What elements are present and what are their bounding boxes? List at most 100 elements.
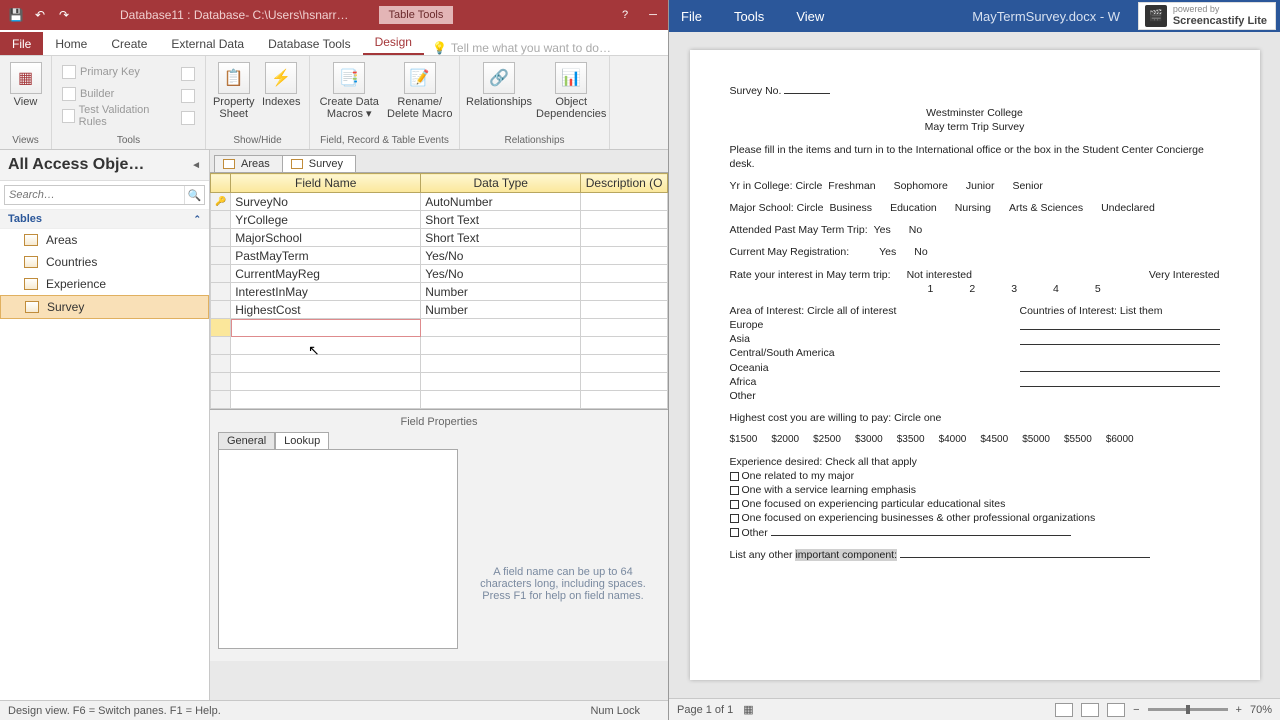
insert-rows-icon <box>181 67 195 81</box>
field-row[interactable]: 🔑SurveyNoAutoNumber <box>211 193 668 211</box>
nav-item-areas[interactable]: Areas <box>0 229 209 251</box>
zoom-slider[interactable] <box>1148 708 1228 711</box>
screencastify-watermark: 🎬 powered byScreencastify Lite <box>1138 2 1276 30</box>
create-data-macros-button[interactable]: 📑Create Data Macros ▾ <box>316 58 383 120</box>
print-layout-button[interactable] <box>1081 703 1099 717</box>
fp-tab-general[interactable]: General <box>218 432 275 449</box>
indexes-button[interactable]: ⚡Indexes <box>260 58 304 108</box>
table-icon <box>24 278 38 290</box>
field-row[interactable]: PastMayTermYes/No <box>211 247 668 265</box>
nav-section-tables[interactable]: Tables⌃ <box>0 209 209 229</box>
delete-rows-button[interactable] <box>177 86 199 106</box>
field-row[interactable]: MajorSchoolShort Text <box>211 229 668 247</box>
object-dependencies-button[interactable]: 📊Object Dependencies <box>536 58 606 120</box>
nav-item-countries[interactable]: Countries <box>0 251 209 273</box>
chevron-up-icon: ⌃ <box>193 214 201 225</box>
object-tabs: Areas Survey <box>210 150 668 172</box>
page-indicator[interactable]: Page 1 of 1 <box>677 704 733 716</box>
field-row[interactable]: YrCollegeShort Text <box>211 211 668 229</box>
rename-macro-icon: 📝 <box>404 62 436 94</box>
bulb-icon: 💡 <box>432 41 447 55</box>
builder-button[interactable]: Builder <box>58 84 173 104</box>
property-sheet-icon: 📋 <box>218 62 250 94</box>
property-sheet-button[interactable]: 📋Property Sheet <box>212 58 256 120</box>
field-grid[interactable]: Field Name Data Type Description (O 🔑Sur… <box>210 173 668 409</box>
object-tab-areas[interactable]: Areas <box>214 155 283 172</box>
tab-create[interactable]: Create <box>99 32 159 55</box>
word-menu-tools[interactable]: Tools <box>734 9 764 24</box>
field-row-empty[interactable] <box>211 391 668 409</box>
search-icon[interactable]: 🔍 <box>184 186 204 204</box>
word-menu-file[interactable]: File <box>681 9 702 24</box>
view-button[interactable]: ▦View <box>6 58 45 108</box>
tab-database-tools[interactable]: Database Tools <box>256 32 363 55</box>
help-icon[interactable]: ? <box>614 9 636 21</box>
minimize-icon[interactable]: ─ <box>642 9 664 21</box>
cost-options: $1500$2000$2500$3000$3500$4000$4500$5000… <box>730 433 1220 447</box>
field-row-empty[interactable] <box>211 355 668 373</box>
window-title: Database11 : Database- C:\Users\hsnarr… <box>120 8 349 22</box>
tab-home[interactable]: Home <box>43 32 99 55</box>
lookup-icon <box>181 111 195 125</box>
checkbox-icon <box>730 472 739 481</box>
design-area: Areas Survey Field Name Data Type Descri… <box>210 150 668 700</box>
modify-lookups-button[interactable] <box>177 108 199 128</box>
doc-intro: Please fill in the items and turn in to … <box>730 143 1220 171</box>
checkbox-icon <box>730 500 739 509</box>
tab-file[interactable]: File <box>0 32 43 55</box>
undo-icon[interactable]: ↶ <box>32 7 48 23</box>
nav-item-survey[interactable]: Survey <box>0 295 209 319</box>
tell-me[interactable]: 💡Tell me what you want to do… <box>432 41 611 55</box>
word-filename: MayTermSurvey.docx - W <box>972 9 1120 24</box>
object-tab-survey[interactable]: Survey <box>282 155 356 172</box>
checkbox-icon <box>730 528 739 537</box>
save-icon[interactable]: 💾 <box>8 7 24 23</box>
field-row[interactable]: HighestCostNumber <box>211 301 668 319</box>
table-icon <box>24 234 38 246</box>
relationships-icon: 🔗 <box>483 62 515 94</box>
nav-header[interactable]: All Access Obje… <box>8 156 144 174</box>
blank-line <box>784 84 830 94</box>
word-status-bar: Page 1 of 1 ▦ − + 70% <box>669 698 1280 720</box>
doc-heading1: Westminster College <box>730 106 1220 120</box>
builder-icon <box>62 87 76 101</box>
section-icon[interactable]: ▦ <box>743 703 753 716</box>
field-row[interactable]: CurrentMayRegYes/No <box>211 265 668 283</box>
insert-rows-button[interactable] <box>177 64 199 84</box>
navigation-pane: All Access Obje… ◄ 🔍 Tables⌃ Areas Countr… <box>0 150 210 700</box>
zoom-in-button[interactable]: + <box>1236 704 1242 716</box>
zoom-level[interactable]: 70% <box>1250 704 1272 716</box>
word-document-area[interactable]: Survey No. Westminster College May term … <box>669 32 1280 698</box>
primary-key-button[interactable]: Primary Key <box>58 62 173 82</box>
access-window: 💾 ↶ ↷ Database11 : Database- C:\Users\hs… <box>0 0 669 720</box>
field-row-empty[interactable] <box>211 337 668 355</box>
tab-design[interactable]: Design <box>363 30 424 55</box>
test-icon <box>62 109 75 123</box>
checkbox-icon <box>730 486 739 495</box>
fp-tab-lookup[interactable]: Lookup <box>275 432 329 449</box>
test-validation-button[interactable]: Test Validation Rules <box>58 106 173 126</box>
nav-collapse-icon[interactable]: ◄ <box>191 160 201 171</box>
relationships-button[interactable]: 🔗Relationships <box>466 58 532 108</box>
rename-delete-macro-button[interactable]: 📝Rename/ Delete Macro <box>387 58 454 120</box>
field-row[interactable]: InterestInMayNumber <box>211 283 668 301</box>
col-description[interactable]: Description (O <box>581 174 668 193</box>
page: Survey No. Westminster College May term … <box>690 50 1260 680</box>
web-layout-button[interactable] <box>1107 703 1125 717</box>
read-mode-button[interactable] <box>1055 703 1073 717</box>
table-icon <box>291 159 303 169</box>
table-icon <box>223 159 235 169</box>
search-input[interactable] <box>5 186 184 204</box>
field-properties-grid[interactable] <box>218 449 458 649</box>
field-properties-help: A field name can be up to 64 characters … <box>466 449 660 649</box>
col-data-type[interactable]: Data Type <box>421 174 581 193</box>
zoom-out-button[interactable]: − <box>1133 704 1139 716</box>
nav-item-experience[interactable]: Experience <box>0 273 209 295</box>
col-field-name[interactable]: Field Name <box>231 174 421 193</box>
word-menu-view[interactable]: View <box>796 9 824 24</box>
redo-icon[interactable]: ↷ <box>56 7 72 23</box>
field-row-new[interactable] <box>211 319 668 337</box>
tab-external-data[interactable]: External Data <box>159 32 256 55</box>
status-left: Design view. F6 = Switch panes. F1 = Hel… <box>8 705 221 717</box>
field-row-empty[interactable] <box>211 373 668 391</box>
